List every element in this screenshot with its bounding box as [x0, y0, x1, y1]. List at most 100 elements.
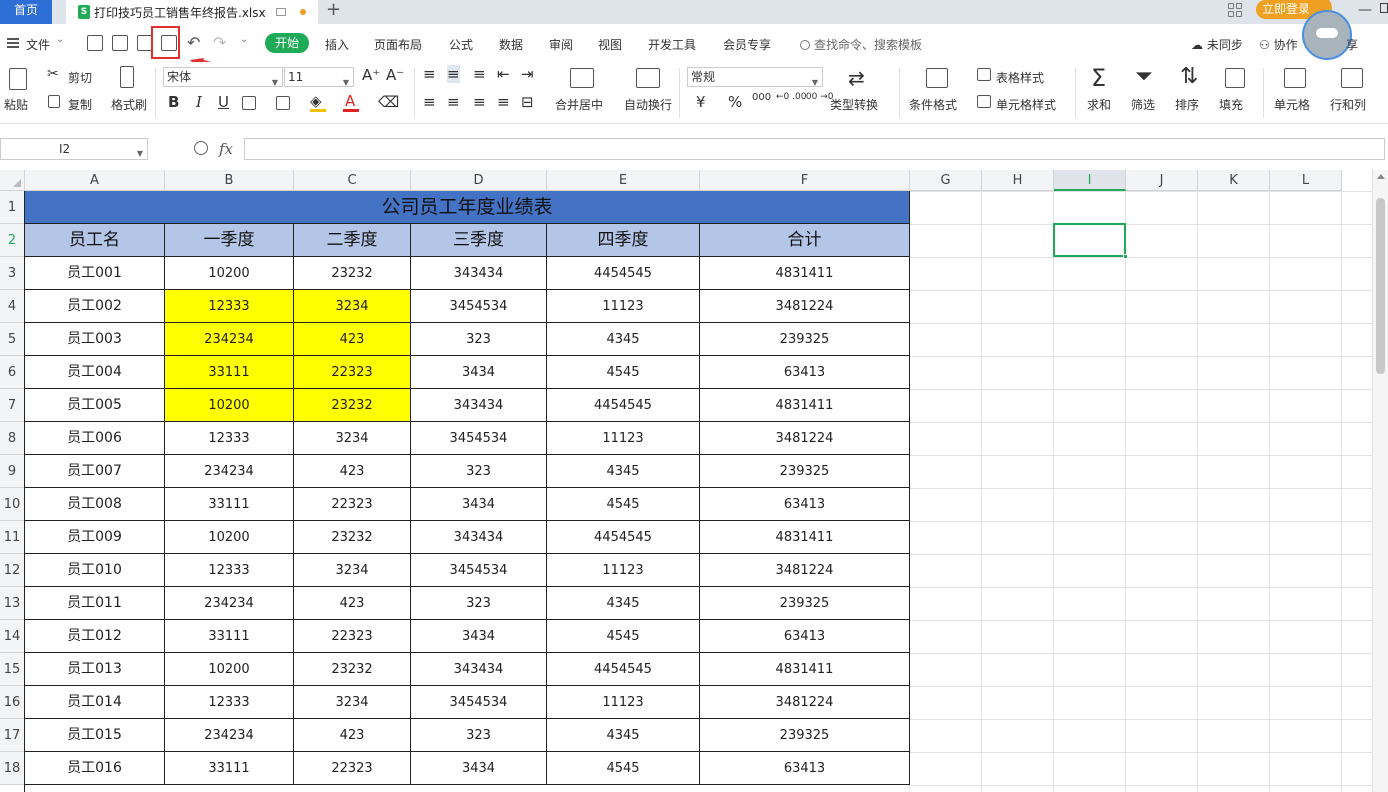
table-cell[interactable]: 63413: [700, 620, 910, 653]
table-cell[interactable]: 239325: [700, 455, 910, 488]
table-cell[interactable]: 员工002: [25, 290, 165, 323]
filter-icon[interactable]: ⏷: [1135, 64, 1153, 89]
table-cell[interactable]: 423: [294, 587, 411, 620]
table-cell[interactable]: 员工004: [25, 356, 165, 389]
scrollbar-thumb[interactable]: [1376, 198, 1385, 374]
table-cell[interactable]: 3234: [294, 686, 411, 719]
italic-button[interactable]: I: [196, 93, 202, 111]
minimize-button[interactable]: —: [1358, 2, 1372, 18]
tab-view[interactable]: 视图: [598, 36, 622, 53]
table-cell[interactable]: 343434: [411, 389, 547, 422]
row-header-1[interactable]: 1: [0, 191, 25, 224]
table-cell[interactable]: 12333: [165, 686, 294, 719]
table-cell[interactable]: 323: [411, 323, 547, 356]
table-cell[interactable]: 33111: [165, 752, 294, 785]
window-icon[interactable]: [276, 8, 286, 16]
wrap-text-button[interactable]: 自动换行: [624, 96, 672, 113]
row-header-10[interactable]: 10: [0, 488, 25, 521]
row-header-9[interactable]: 9: [0, 455, 25, 488]
table-cell[interactable]: 343434: [411, 521, 547, 554]
table-cell[interactable]: 343434: [411, 653, 547, 686]
row-header-15[interactable]: 15: [0, 653, 25, 686]
align-top-icon[interactable]: ≡: [423, 65, 436, 83]
column-header-e[interactable]: E: [547, 170, 700, 191]
table-cell[interactable]: 员工003: [25, 323, 165, 356]
table-cell[interactable]: 员工008: [25, 488, 165, 521]
tab-page-layout[interactable]: 页面布局: [374, 36, 422, 53]
table-cell[interactable]: 员工005: [25, 389, 165, 422]
table-cell[interactable]: 3454534: [411, 422, 547, 455]
table-cell[interactable]: 4454545: [547, 521, 700, 554]
table-cell[interactable]: 员工011: [25, 587, 165, 620]
scissors-icon[interactable]: ✂: [47, 66, 59, 82]
column-title-cell[interactable]: 二季度: [294, 224, 411, 257]
fill-button[interactable]: 填充: [1219, 96, 1243, 113]
spreadsheet-grid[interactable]: ABCDEFGHIJKL123456789101112131415161718公…: [0, 170, 1372, 792]
table-cell[interactable]: 12333: [165, 422, 294, 455]
column-title-cell[interactable]: 员工名: [25, 224, 165, 257]
cut-button[interactable]: 剪切: [68, 69, 92, 86]
table-cell[interactable]: 63413: [700, 356, 910, 389]
table-cell[interactable]: 4345: [547, 719, 700, 752]
table-cell[interactable]: 23232: [294, 389, 411, 422]
save-icon[interactable]: [87, 35, 103, 51]
table-cell[interactable]: 员工001: [25, 257, 165, 290]
table-cell[interactable]: 员工016: [25, 752, 165, 785]
align-bottom-icon[interactable]: ≡: [473, 65, 486, 83]
table-cell[interactable]: 员工014: [25, 686, 165, 719]
table-cell[interactable]: 22323: [294, 752, 411, 785]
increase-indent-icon[interactable]: ⇥: [521, 65, 534, 83]
chevron-down-icon[interactable]: ⌄: [56, 34, 64, 45]
table-cell[interactable]: 323: [411, 455, 547, 488]
hamburger-menu-icon[interactable]: [7, 38, 19, 48]
column-header-b[interactable]: B: [165, 170, 294, 191]
selected-cell[interactable]: [1053, 223, 1126, 257]
row-header-3[interactable]: 3: [0, 257, 25, 290]
export-pdf-icon[interactable]: [112, 35, 128, 51]
table-cell[interactable]: 4831411: [700, 521, 910, 554]
table-cell[interactable]: 239325: [700, 587, 910, 620]
table-cell[interactable]: 22323: [294, 488, 411, 521]
tab-formulas[interactable]: 公式: [449, 36, 473, 53]
distribute-icon[interactable]: ⊟: [521, 93, 534, 111]
column-header-c[interactable]: C: [294, 170, 411, 191]
table-cell[interactable]: 3454534: [411, 290, 547, 323]
table-cell[interactable]: 员工012: [25, 620, 165, 653]
align-right-icon[interactable]: ≡: [473, 93, 486, 111]
filter-button[interactable]: 筛选: [1131, 96, 1155, 113]
type-convert-icon[interactable]: ⇄: [848, 66, 865, 90]
eraser-icon[interactable]: ⌫: [378, 93, 399, 111]
apps-grid-icon[interactable]: [1228, 3, 1242, 17]
table-cell[interactable]: 员工015: [25, 719, 165, 752]
table-cell[interactable]: 10200: [165, 389, 294, 422]
wrap-text-icon[interactable]: [636, 68, 660, 88]
table-cell[interactable]: 234234: [165, 719, 294, 752]
column-header-j[interactable]: J: [1126, 170, 1198, 191]
row-col-button[interactable]: 行和列: [1330, 96, 1366, 113]
bold-button[interactable]: B: [168, 93, 179, 111]
format-painter-button[interactable]: 格式刷: [111, 96, 147, 113]
select-all-corner[interactable]: [0, 170, 25, 191]
align-middle-icon[interactable]: ≡: [447, 65, 460, 83]
scroll-up-icon[interactable]: [1377, 174, 1385, 179]
font-family-select[interactable]: 宋体▼: [163, 67, 283, 87]
column-header-a[interactable]: A: [25, 170, 165, 191]
borders-icon[interactable]: [242, 96, 256, 110]
fill-down-icon[interactable]: [1225, 68, 1245, 88]
table-cell[interactable]: 3481224: [700, 686, 910, 719]
sort-button[interactable]: 排序: [1175, 96, 1199, 113]
table-cell[interactable]: 10200: [165, 653, 294, 686]
table-cell[interactable]: 员工013: [25, 653, 165, 686]
copy-icon[interactable]: [48, 95, 60, 108]
table-cell[interactable]: 4454545: [547, 653, 700, 686]
table-cell[interactable]: 4545: [547, 356, 700, 389]
table-cell[interactable]: 10200: [165, 257, 294, 290]
justify-icon[interactable]: ≡: [497, 93, 510, 111]
table-cell[interactable]: 63413: [700, 488, 910, 521]
assistant-avatar-icon[interactable]: [1302, 10, 1352, 60]
conditional-format-icon[interactable]: [926, 68, 948, 88]
redo-icon[interactable]: ↷: [213, 33, 226, 52]
increase-font-icon[interactable]: A⁺: [362, 66, 380, 84]
number-format-select[interactable]: 常规▼: [687, 67, 823, 87]
table-cell[interactable]: 员工006: [25, 422, 165, 455]
